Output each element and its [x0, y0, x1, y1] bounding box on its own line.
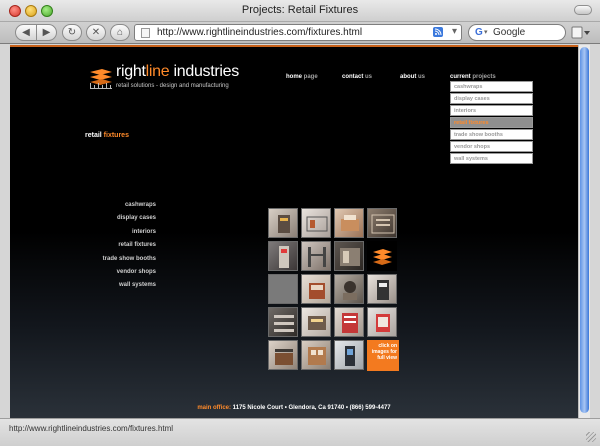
- fixture-thumbnail[interactable]: [268, 274, 298, 304]
- window-left-edge: [0, 45, 10, 418]
- sidebar-item-vendor-shops[interactable]: vendor shops: [70, 269, 156, 282]
- google-icon: G: [475, 27, 483, 38]
- dropdown-item-trade-show-booths[interactable]: trade show booths: [450, 129, 533, 140]
- fixture-thumbnail[interactable]: [334, 274, 364, 304]
- dropdown-item-vendor-shops[interactable]: vendor shops: [450, 141, 533, 152]
- nav-contact-us[interactable]: contact us: [342, 74, 372, 80]
- reload-icon: ↻: [67, 27, 77, 38]
- fixture-thumbnail[interactable]: [268, 307, 298, 337]
- dropdown-item-interiors[interactable]: interiors: [450, 105, 533, 116]
- sidebar-item-wall-systems[interactable]: wall systems: [70, 282, 156, 295]
- fixture-thumbnail-grid: click on images for full view: [268, 208, 400, 373]
- search-field[interactable]: G ▾ Google: [468, 24, 566, 41]
- forward-button[interactable]: ▶: [37, 24, 57, 41]
- fixture-thumbnail[interactable]: [301, 241, 331, 271]
- sidebar-item-trade-show-booths[interactable]: trade show booths: [70, 256, 156, 269]
- tagline: retail solutions - design and manufactur…: [116, 83, 229, 89]
- home-icon: ⌂: [116, 27, 124, 38]
- rightline-logo-icon: [367, 241, 397, 271]
- nav-about-us[interactable]: about us: [400, 74, 425, 80]
- stop-icon: ✕: [91, 27, 101, 38]
- fixture-thumbnail[interactable]: [301, 274, 331, 304]
- click-to-enlarge-note: click on images for full view: [367, 340, 399, 371]
- vertical-scrollbar[interactable]: [578, 45, 590, 418]
- resize-grip-icon[interactable]: [586, 432, 596, 442]
- address-bar[interactable]: http://www.rightlineindustries.com/fixtu…: [134, 24, 462, 41]
- fixture-thumbnail[interactable]: [367, 208, 397, 238]
- browser-toolbar: ◀ ▶ ↻ ✕ ⌂ http://www.rightlineindustries…: [0, 22, 600, 44]
- fixture-thumbnail[interactable]: [334, 307, 364, 337]
- fixture-thumbnail[interactable]: [301, 208, 331, 238]
- page-title: retail fixtures: [85, 132, 129, 139]
- fixture-thumbnail[interactable]: [268, 340, 298, 370]
- window-title: Projects: Retail Fixtures: [241, 4, 359, 16]
- sidebar-item-retail-fixtures[interactable]: retail fixtures: [70, 242, 156, 255]
- page-icon: [141, 28, 150, 38]
- window-right-edge: [590, 45, 600, 418]
- home-button[interactable]: ⌂: [110, 24, 130, 41]
- top-accent-rule: [10, 45, 578, 47]
- rss-icon[interactable]: [433, 27, 443, 40]
- fixture-thumbnail[interactable]: [334, 241, 364, 271]
- toolbar-toggle-button[interactable]: [574, 5, 592, 15]
- search-placeholder: Google: [493, 27, 526, 38]
- nav-current-projects[interactable]: current projects: [450, 74, 496, 80]
- dropdown-item-display-cases[interactable]: display cases: [450, 93, 533, 104]
- status-text: http://www.rightlineindustries.com/fixtu…: [9, 424, 174, 433]
- title-bar: Projects: Retail Fixtures: [0, 0, 600, 22]
- nav-home-page[interactable]: home page: [286, 74, 318, 80]
- forward-arrow-icon: ▶: [42, 27, 51, 38]
- ruler-mark-icon: [90, 83, 112, 89]
- sidebar-item-cashwraps[interactable]: cashwraps: [70, 202, 156, 215]
- reload-button[interactable]: ↻: [62, 24, 82, 41]
- page-menu-button[interactable]: [571, 26, 591, 40]
- projects-dropdown: cashwraps display cases interiors retail…: [450, 81, 533, 165]
- scrollbar-thumb[interactable]: [580, 47, 589, 413]
- fixture-thumbnail[interactable]: [367, 274, 397, 304]
- dropdown-item-wall-systems[interactable]: wall systems: [450, 153, 533, 164]
- fixture-thumbnail[interactable]: [268, 241, 298, 271]
- stop-button[interactable]: ✕: [86, 24, 106, 41]
- fixture-thumbnail[interactable]: [334, 340, 364, 370]
- browser-window: Projects: Retail Fixtures ◀ ▶ ↻ ✕ ⌂ http…: [0, 0, 600, 446]
- back-arrow-icon: ◀: [22, 27, 30, 38]
- fixture-thumbnail[interactable]: [268, 208, 298, 238]
- sidebar-item-display-cases[interactable]: display cases: [70, 215, 156, 228]
- category-sidebar: cashwraps display cases interiors retail…: [70, 202, 156, 296]
- dropdown-item-cashwraps[interactable]: cashwraps: [450, 81, 533, 92]
- fixture-thumbnail[interactable]: [301, 340, 331, 370]
- fixture-thumbnail[interactable]: [334, 208, 364, 238]
- sidebar-item-interiors[interactable]: interiors: [70, 229, 156, 242]
- back-button[interactable]: ◀: [15, 24, 37, 41]
- footer-address: main office: 1175 Nicole Court • Glendor…: [197, 405, 391, 411]
- fixture-thumbnail[interactable]: [367, 307, 397, 337]
- dropdown-item-retail-fixtures[interactable]: retail fixtures: [450, 117, 533, 128]
- status-bar: http://www.rightlineindustries.com/fixtu…: [0, 418, 600, 446]
- bookmark-star-icon[interactable]: ▾: [452, 26, 457, 37]
- fixture-thumbnail[interactable]: [301, 307, 331, 337]
- brand-name[interactable]: rightline industries: [116, 63, 239, 81]
- address-text: http://www.rightlineindustries.com/fixtu…: [157, 27, 363, 38]
- web-page: rightline industries retail solutions - …: [10, 45, 578, 418]
- search-engine-caret-icon[interactable]: ▾: [484, 28, 488, 36]
